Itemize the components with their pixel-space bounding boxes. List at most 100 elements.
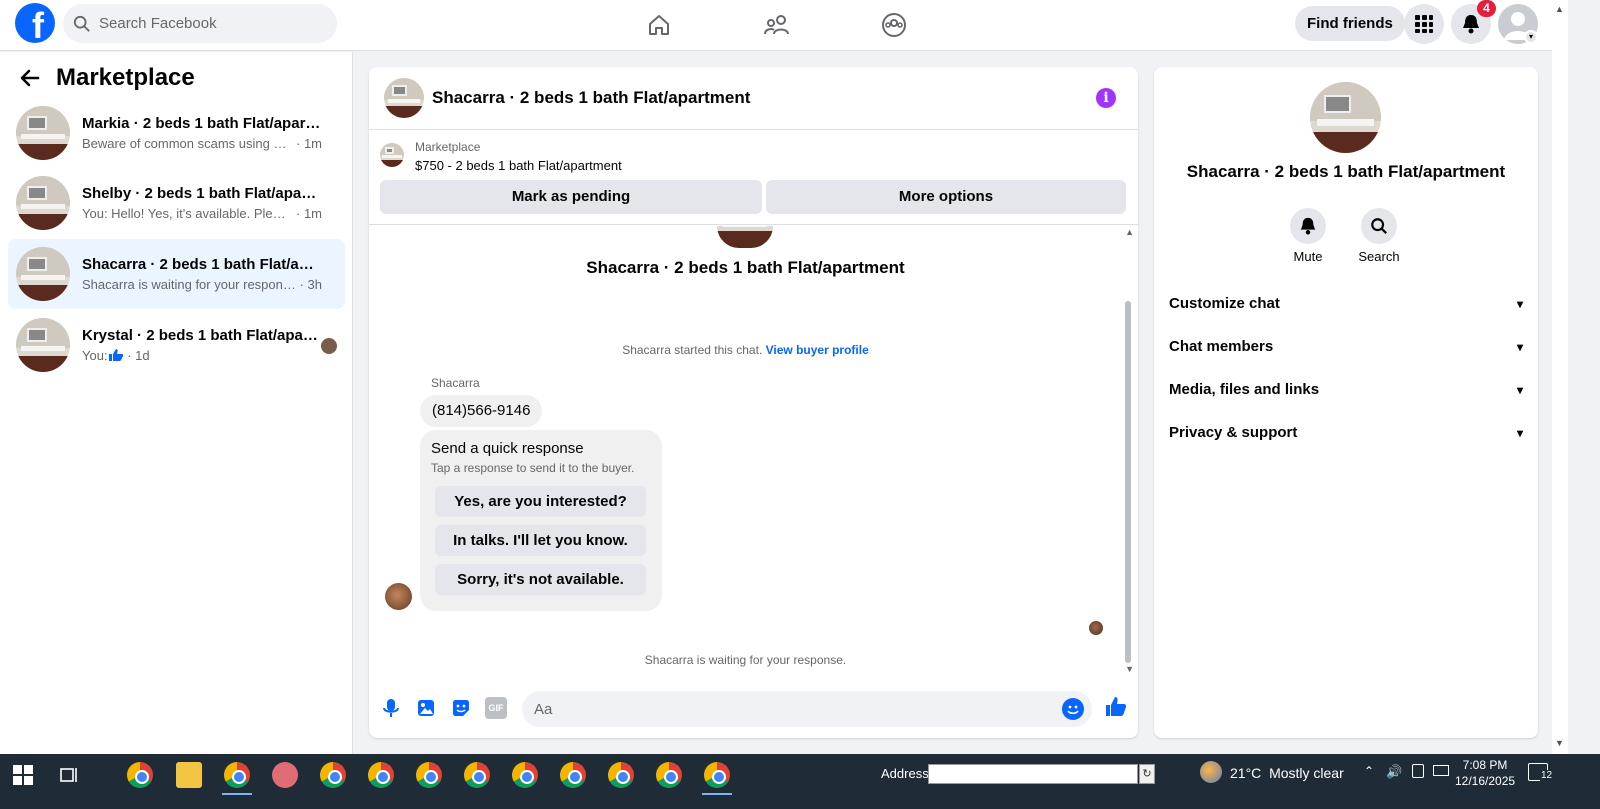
chrome-profile-icon[interactable]	[560, 762, 586, 788]
listing-price[interactable]: $750 - 2 beds 1 bath Flat/apartment	[415, 158, 622, 173]
conversation-sidebar: Marketplace Markia · 2 beds 1 bath Flat/…	[0, 52, 353, 754]
message-bubble[interactable]: (814)566-9146	[420, 395, 543, 427]
details-title: Shacarra · 2 beds 1 bath Flat/apartment	[1186, 162, 1506, 181]
refresh-icon[interactable]: ↻	[1139, 764, 1155, 784]
chrome-profile-icon[interactable]	[224, 762, 250, 788]
system-tray-chevron-icon[interactable]: ⌃	[1364, 764, 1374, 778]
page-scroll-down-icon[interactable]: ▼	[1555, 738, 1564, 748]
conversation-time: · 1d	[127, 348, 150, 363]
back-arrow-icon[interactable]	[18, 66, 42, 90]
listing-thumbnail	[16, 106, 70, 160]
chrome-profile-icon[interactable]	[656, 762, 682, 788]
privacy-support-section[interactable]: Privacy & support ▾	[1169, 419, 1523, 447]
sender-avatar[interactable]	[385, 583, 412, 610]
quick-response-not-available-button[interactable]: Sorry, it's not available.	[435, 564, 646, 595]
conversation-item-krystal[interactable]: Krystal · 2 beds 1 bath Flat/apart... Yo…	[8, 310, 345, 380]
mute-button[interactable]: Mute	[1278, 208, 1338, 264]
chrome-profile-icon[interactable]	[704, 762, 730, 788]
conversation-snippet: You:	[82, 348, 108, 363]
message-composer: GIF	[369, 685, 1138, 733]
message-input-field[interactable]	[522, 691, 1092, 727]
facebook-logo-icon[interactable]: f	[15, 3, 55, 43]
view-buyer-profile-link[interactable]: View buyer profile	[766, 343, 869, 357]
emoji-icon[interactable]	[1062, 698, 1084, 720]
task-view-icon[interactable]	[58, 764, 80, 786]
chat-scrollbar[interactable]	[1125, 301, 1131, 663]
message-thread: Shacarra · 2 beds 1 bath Flat/apartment …	[369, 226, 1138, 676]
scroll-up-arrow-icon[interactable]: ▲	[1125, 227, 1134, 237]
media-files-links-section[interactable]: Media, files and links ▾	[1169, 376, 1523, 404]
bell-icon[interactable]	[1290, 208, 1326, 244]
account-chevron-down-icon[interactable]: ▾	[1524, 30, 1538, 44]
quick-response-title: Send a quick response	[431, 440, 584, 457]
chevron-down-icon: ▾	[1516, 340, 1523, 354]
listing-kind: Marketplace	[415, 140, 481, 154]
search-in-chat-button[interactable]: Search	[1349, 208, 1409, 264]
message-input[interactable]	[522, 691, 1042, 727]
conversation-name: Krystal · 2 beds 1 bath Flat/apart...	[82, 327, 322, 344]
conversation-item-shacarra[interactable]: Shacarra · 2 beds 1 bath Flat/apart... S…	[8, 239, 345, 309]
chat-title[interactable]: Shacarra · 2 beds 1 bath Flat/apartment	[432, 88, 750, 108]
waiting-notice: Shacarra is waiting for your response.	[644, 653, 847, 667]
notification-badge: 4	[1477, 0, 1496, 17]
sender-name: Shacarra	[431, 376, 480, 390]
chat-members-section[interactable]: Chat members ▾	[1169, 333, 1523, 361]
search-bar[interactable]	[63, 4, 337, 43]
menu-grid-icon[interactable]	[1404, 4, 1444, 44]
more-options-button[interactable]: More options	[766, 180, 1126, 214]
listing-thumbnail[interactable]	[380, 143, 404, 167]
photo-icon[interactable]	[415, 697, 437, 719]
details-avatar[interactable]	[1310, 82, 1381, 153]
chrome-taskbar-icon[interactable]	[127, 762, 153, 788]
network-icon[interactable]	[1433, 765, 1449, 776]
weather-widget[interactable]: 21°C Mostly clear	[1230, 765, 1344, 781]
search-icon[interactable]	[1361, 208, 1397, 244]
battery-icon[interactable]	[1412, 764, 1424, 778]
microphone-icon[interactable]	[380, 697, 402, 719]
chat-header: Shacarra · 2 beds 1 bath Flat/apartment …	[369, 67, 1138, 130]
chat-started-notice: Shacarra started this chat. View buyer p…	[622, 343, 869, 357]
quick-response-card: Send a quick response Tap a response to …	[420, 430, 662, 611]
chat-avatar[interactable]	[384, 78, 424, 118]
chat-window: Shacarra · 2 beds 1 bath Flat/apartment …	[369, 67, 1138, 738]
conversation-item-shelby[interactable]: Shelby · 2 beds 1 bath Flat/apartm... Yo…	[8, 168, 345, 238]
quick-response-yes-button[interactable]: Yes, are you interested?	[435, 486, 646, 517]
thumbs-up-send-icon[interactable]	[1104, 695, 1128, 719]
gif-icon[interactable]: GIF	[485, 697, 507, 719]
quick-response-in-talks-button[interactable]: In talks. I'll let you know.	[435, 525, 646, 556]
chrome-profile-icon[interactable]	[368, 762, 394, 788]
mark-as-pending-button[interactable]: Mark as pending	[380, 180, 762, 214]
volume-icon[interactable]: 🔊	[1386, 764, 1402, 780]
chrome-profile-icon[interactable]	[512, 762, 538, 788]
page-title: Marketplace	[56, 64, 195, 91]
seen-avatar	[1089, 621, 1103, 635]
address-input[interactable]	[928, 764, 1138, 784]
info-icon[interactable]: i	[1096, 88, 1116, 108]
system-clock[interactable]: 7:08 PM 12/16/2025	[1455, 757, 1515, 789]
home-icon[interactable]	[642, 8, 676, 42]
chrome-profile-icon[interactable]	[608, 762, 634, 788]
seen-avatar	[321, 338, 337, 354]
active-app-indicator	[222, 793, 252, 795]
scroll-down-arrow-icon[interactable]: ▼	[1125, 664, 1134, 674]
listing-thumbnail	[16, 247, 70, 301]
paint-app-icon[interactable]	[272, 762, 298, 788]
sticker-icon[interactable]	[450, 697, 472, 719]
windows-start-icon[interactable]	[12, 764, 34, 786]
customize-chat-section[interactable]: Customize chat ▾	[1169, 290, 1523, 318]
page-scrollbar[interactable]: ▲ ▼	[1552, 0, 1568, 754]
groups-icon[interactable]	[877, 8, 911, 42]
search-input[interactable]	[99, 15, 319, 32]
page-scroll-up-icon[interactable]: ▲	[1555, 4, 1564, 14]
active-app-indicator	[702, 793, 732, 795]
find-friends-button[interactable]: Find friends	[1295, 6, 1405, 41]
weather-icon[interactable]	[1200, 761, 1222, 783]
chrome-profile-icon[interactable]	[464, 762, 490, 788]
chevron-down-icon: ▾	[1516, 297, 1523, 311]
chrome-profile-icon[interactable]	[320, 762, 346, 788]
file-explorer-icon[interactable]	[176, 762, 202, 788]
chrome-profile-icon[interactable]	[416, 762, 442, 788]
conversation-item-markia[interactable]: Markia · 2 beds 1 bath Flat/apartm... Be…	[8, 98, 345, 168]
conversation-snippet: Beware of common scams using pay...	[82, 136, 293, 151]
friends-icon[interactable]	[760, 8, 794, 42]
